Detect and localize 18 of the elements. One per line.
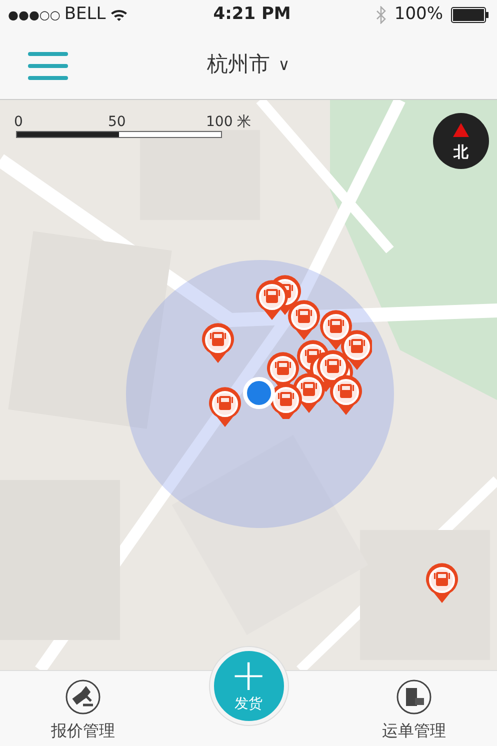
menu-button[interactable] <box>28 51 68 81</box>
scale-label: 100 米 <box>206 113 252 132</box>
ship-label: 发货 <box>234 694 262 714</box>
truck-map-pin[interactable] <box>425 563 459 603</box>
truck-pin-cluster-drawing[interactable] <box>255 275 372 419</box>
plus-icon: + <box>230 658 267 694</box>
signal-strength: ●●●○○ <box>8 7 60 24</box>
battery-percent: 100% <box>394 3 444 26</box>
north-arrow-icon <box>453 123 469 137</box>
carrier-name: BELL <box>64 3 106 26</box>
truck-map-pin[interactable] <box>208 387 242 427</box>
city-selector[interactable]: 杭州市 ∨ <box>207 48 290 80</box>
tab-button[interactable]: 报价管理 <box>44 671 121 746</box>
scale-label: 0 <box>14 113 23 132</box>
scale-label: 50 <box>108 113 126 132</box>
truck-map-pin[interactable] <box>201 323 235 363</box>
tab-button[interactable]: 运单管理 <box>376 671 452 746</box>
clock-time: 4:21 PM <box>213 3 291 26</box>
